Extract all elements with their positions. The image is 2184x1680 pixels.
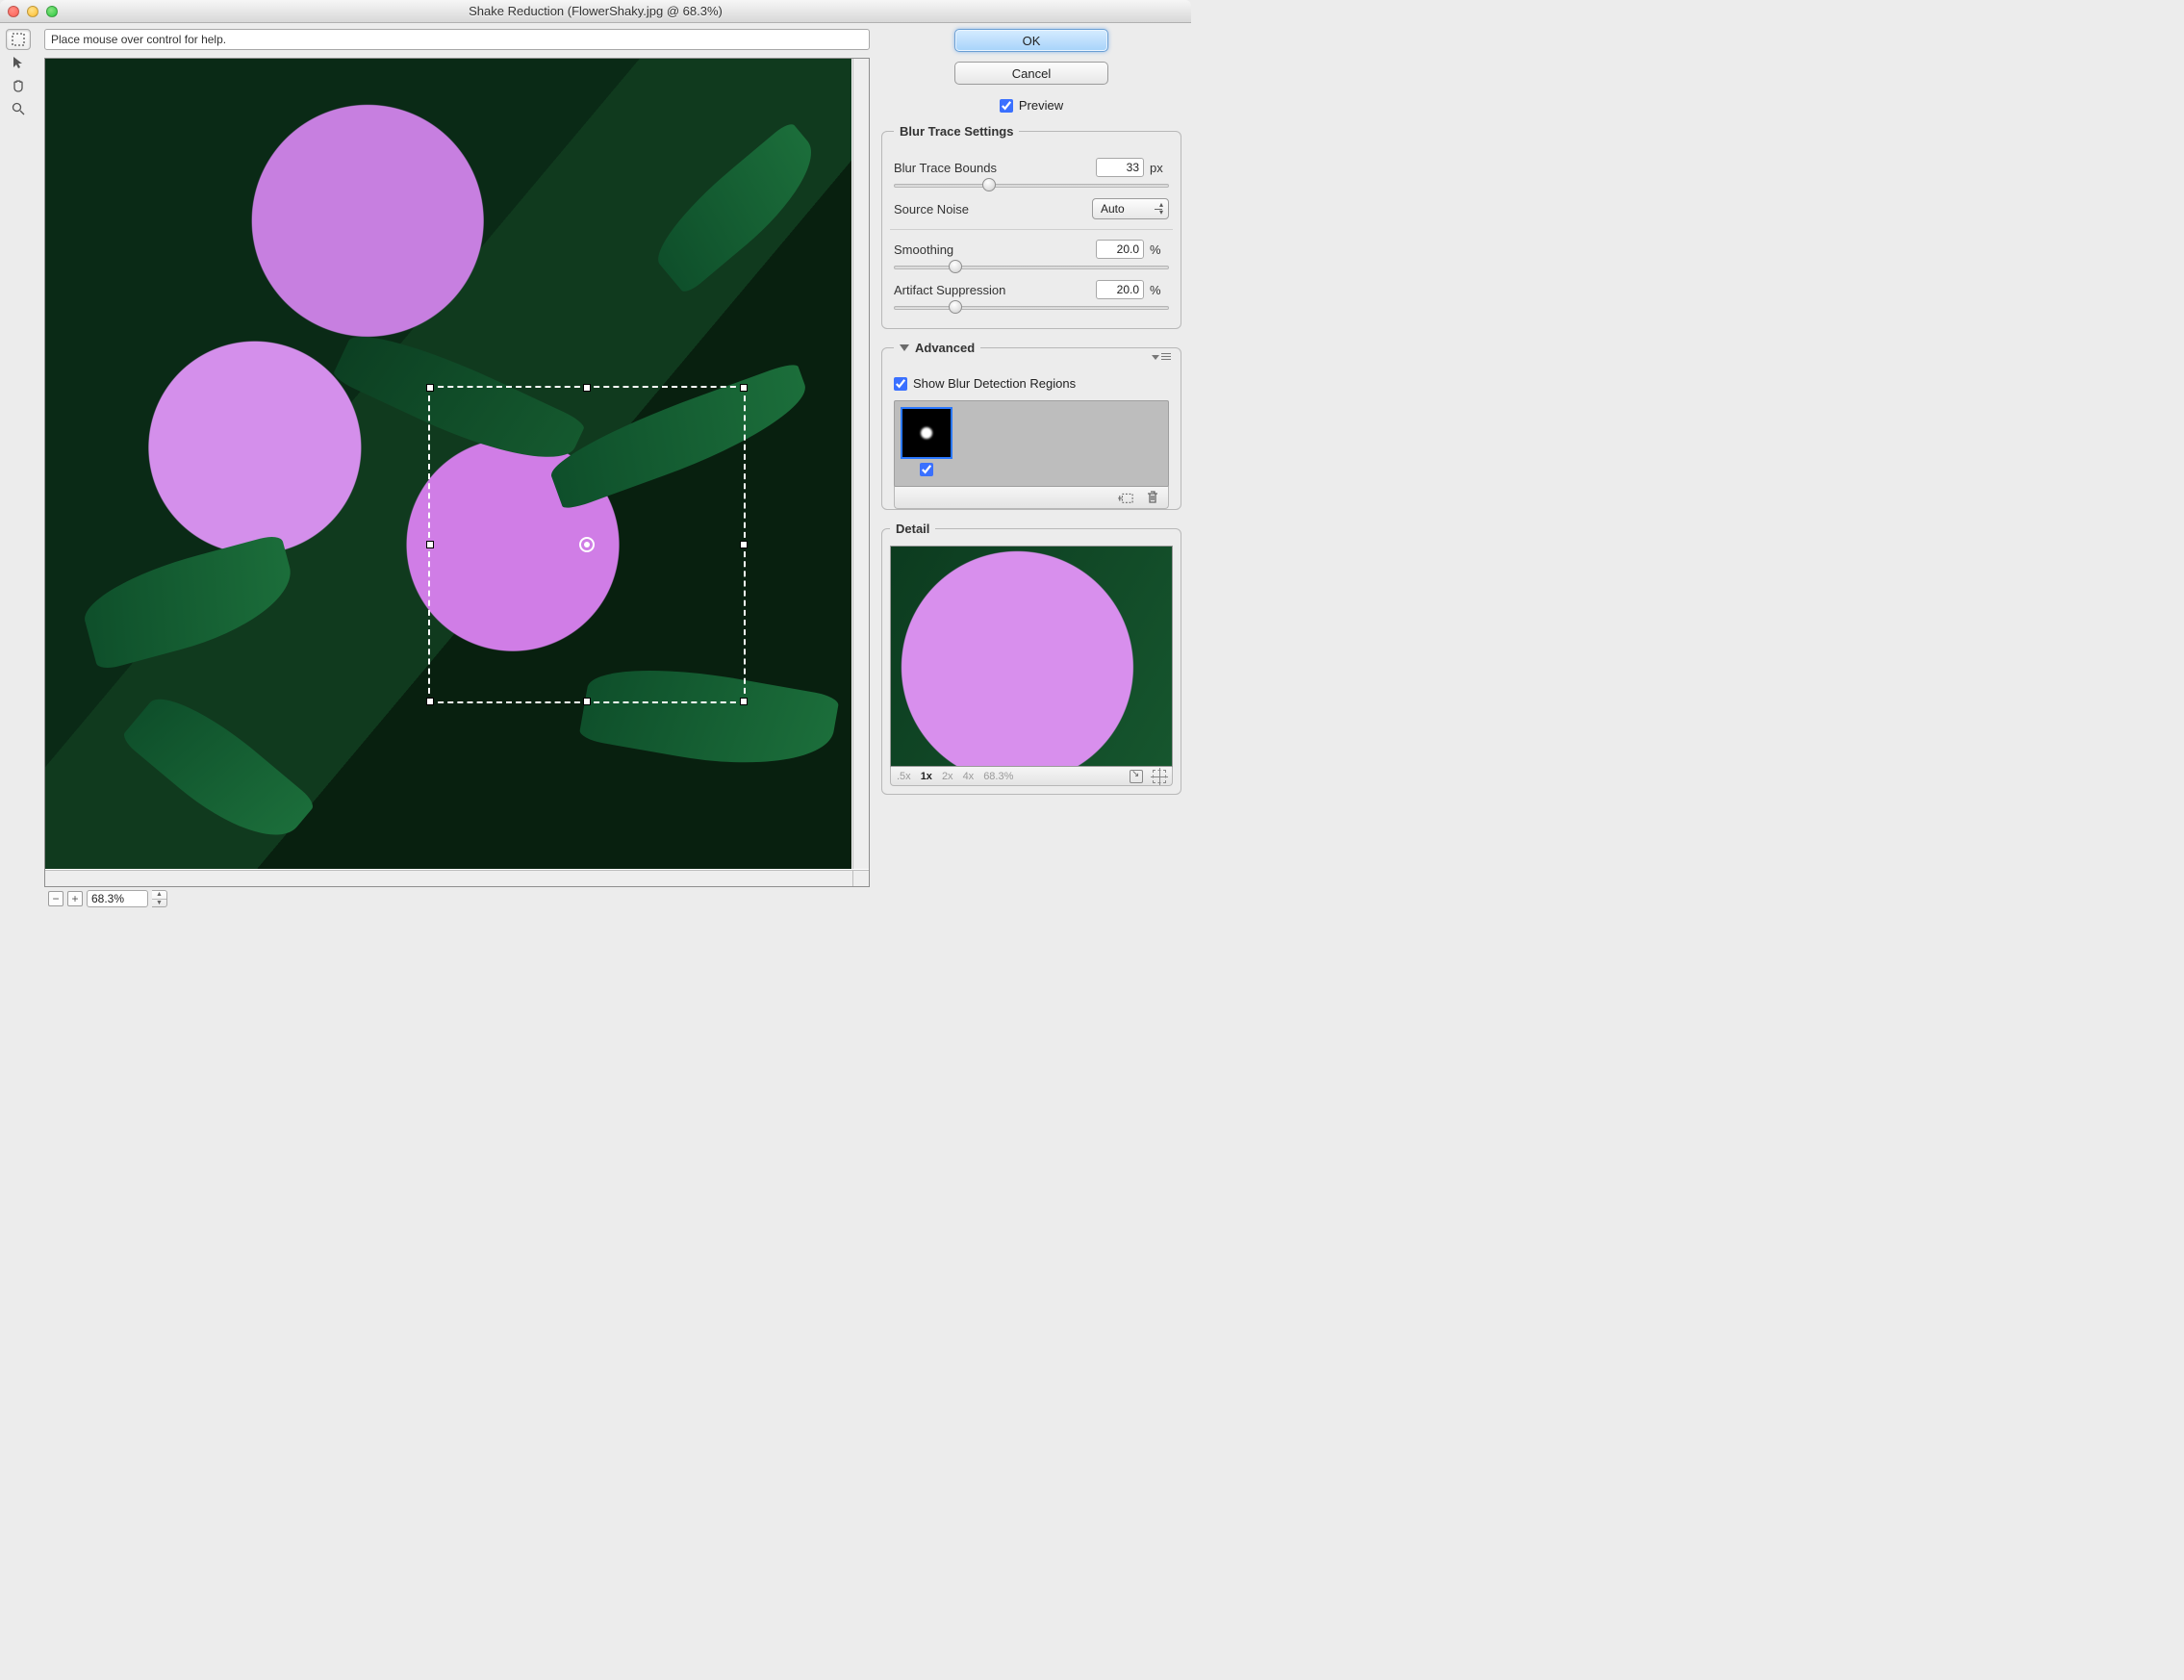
- window-titlebar: Shake Reduction (FlowerShaky.jpg @ 68.3%…: [0, 0, 1191, 23]
- smoothing-unit: %: [1150, 242, 1169, 257]
- zoom-bar: − + 68.3% ▲▼: [44, 887, 870, 908]
- zoom-in-button[interactable]: +: [67, 891, 83, 906]
- detail-group: Detail .5x 1x 2x 4x 68.3%: [881, 522, 1181, 795]
- detail-zoom-2x[interactable]: 2x: [942, 771, 953, 782]
- preview-canvas[interactable]: [45, 59, 851, 869]
- source-noise-value: Auto: [1101, 202, 1125, 216]
- blur-trace-bounds-slider[interactable]: [894, 179, 1169, 191]
- resize-handle-bottom-right[interactable]: [740, 698, 748, 705]
- resize-handle-top-left[interactable]: [426, 384, 434, 392]
- advanced-panel-menu[interactable]: [1152, 353, 1171, 361]
- close-window-button[interactable]: [8, 6, 19, 17]
- resize-handle-bottom[interactable]: [583, 698, 591, 705]
- horizontal-scrollbar[interactable]: [45, 870, 852, 886]
- show-blur-regions-checkbox[interactable]: [894, 377, 907, 391]
- region-center-pin[interactable]: [579, 537, 595, 552]
- detail-zoom-1x[interactable]: 1x: [921, 771, 932, 782]
- artifact-suppression-field[interactable]: 20.0: [1096, 280, 1144, 299]
- advanced-group: Advanced Show Blur Detection Regions: [881, 341, 1181, 510]
- image-preview: [45, 59, 851, 869]
- blur-trace-bounds-field[interactable]: 33: [1096, 158, 1144, 177]
- blur-region-thumbnail[interactable]: [901, 407, 952, 459]
- artifact-suppression-label: Artifact Suppression: [894, 283, 1005, 297]
- advanced-legend: Advanced: [915, 341, 975, 355]
- scroll-corner: [852, 870, 869, 886]
- detail-loupe-image[interactable]: [890, 546, 1173, 767]
- blur-estimation-region[interactable]: [428, 386, 746, 703]
- preview-label: Preview: [1019, 98, 1063, 113]
- minimize-window-button[interactable]: [27, 6, 38, 17]
- window-title: Shake Reduction (FlowerShaky.jpg @ 68.3%…: [0, 4, 1191, 18]
- resize-handle-top-right[interactable]: [740, 384, 748, 392]
- help-bar: Place mouse over control for help.: [44, 29, 870, 50]
- advanced-disclosure-icon[interactable]: [900, 344, 909, 351]
- artifact-suppression-slider[interactable]: [894, 301, 1169, 313]
- cancel-button[interactable]: Cancel: [954, 62, 1108, 85]
- detail-zoom-4x[interactable]: 4x: [963, 771, 975, 782]
- blur-trace-settings-group: Blur Trace Settings Blur Trace Bounds 33…: [881, 124, 1181, 329]
- add-region-button[interactable]: [1118, 491, 1133, 504]
- blur-trace-bounds-label: Blur Trace Bounds: [894, 161, 997, 175]
- resize-handle-bottom-left[interactable]: [426, 698, 434, 705]
- zoom-window-button[interactable]: [46, 6, 58, 17]
- source-noise-select[interactable]: Auto ▴▾: [1092, 198, 1169, 219]
- zoom-stepper[interactable]: ▲▼: [152, 890, 167, 907]
- resize-handle-left[interactable]: [426, 541, 434, 548]
- resize-handle-top[interactable]: [583, 384, 591, 392]
- detail-zoom-0-5x[interactable]: .5x: [897, 771, 911, 782]
- loupe-target-button[interactable]: [1153, 770, 1166, 783]
- blur-region-enabled-checkbox[interactable]: [920, 463, 933, 476]
- resize-handle-right[interactable]: [740, 541, 748, 548]
- blur-estimation-tool[interactable]: [6, 29, 31, 50]
- detail-zoom-fit[interactable]: 68.3%: [983, 771, 1013, 782]
- vertical-scrollbar[interactable]: [852, 59, 869, 869]
- zoom-value-field[interactable]: 68.3%: [87, 890, 148, 907]
- source-noise-label: Source Noise: [894, 202, 969, 216]
- show-blur-regions-label: Show Blur Detection Regions: [913, 376, 1076, 391]
- undock-loupe-button[interactable]: [1130, 770, 1143, 783]
- artifact-suppression-unit: %: [1150, 283, 1169, 297]
- tool-strip: [0, 23, 42, 918]
- zoom-tool[interactable]: [6, 98, 31, 119]
- detail-zoom-bar: .5x 1x 2x 4x 68.3%: [890, 767, 1173, 786]
- zoom-out-button[interactable]: −: [48, 891, 63, 906]
- blur-trace-legend: Blur Trace Settings: [894, 124, 1019, 139]
- blur-trace-bounds-unit: px: [1150, 161, 1169, 175]
- smoothing-label: Smoothing: [894, 242, 953, 257]
- smoothing-field[interactable]: 20.0: [1096, 240, 1144, 259]
- smoothing-slider[interactable]: [894, 261, 1169, 272]
- preview-checkbox[interactable]: [1000, 99, 1013, 113]
- help-text: Place mouse over control for help.: [51, 33, 226, 46]
- hand-tool[interactable]: [6, 75, 31, 96]
- blur-region-list: [894, 400, 1169, 487]
- detail-legend: Detail: [890, 522, 935, 536]
- ok-button[interactable]: OK: [954, 29, 1108, 52]
- direct-selection-tool[interactable]: [6, 52, 31, 73]
- preview-canvas-container: [44, 58, 870, 887]
- delete-region-button[interactable]: [1145, 491, 1160, 504]
